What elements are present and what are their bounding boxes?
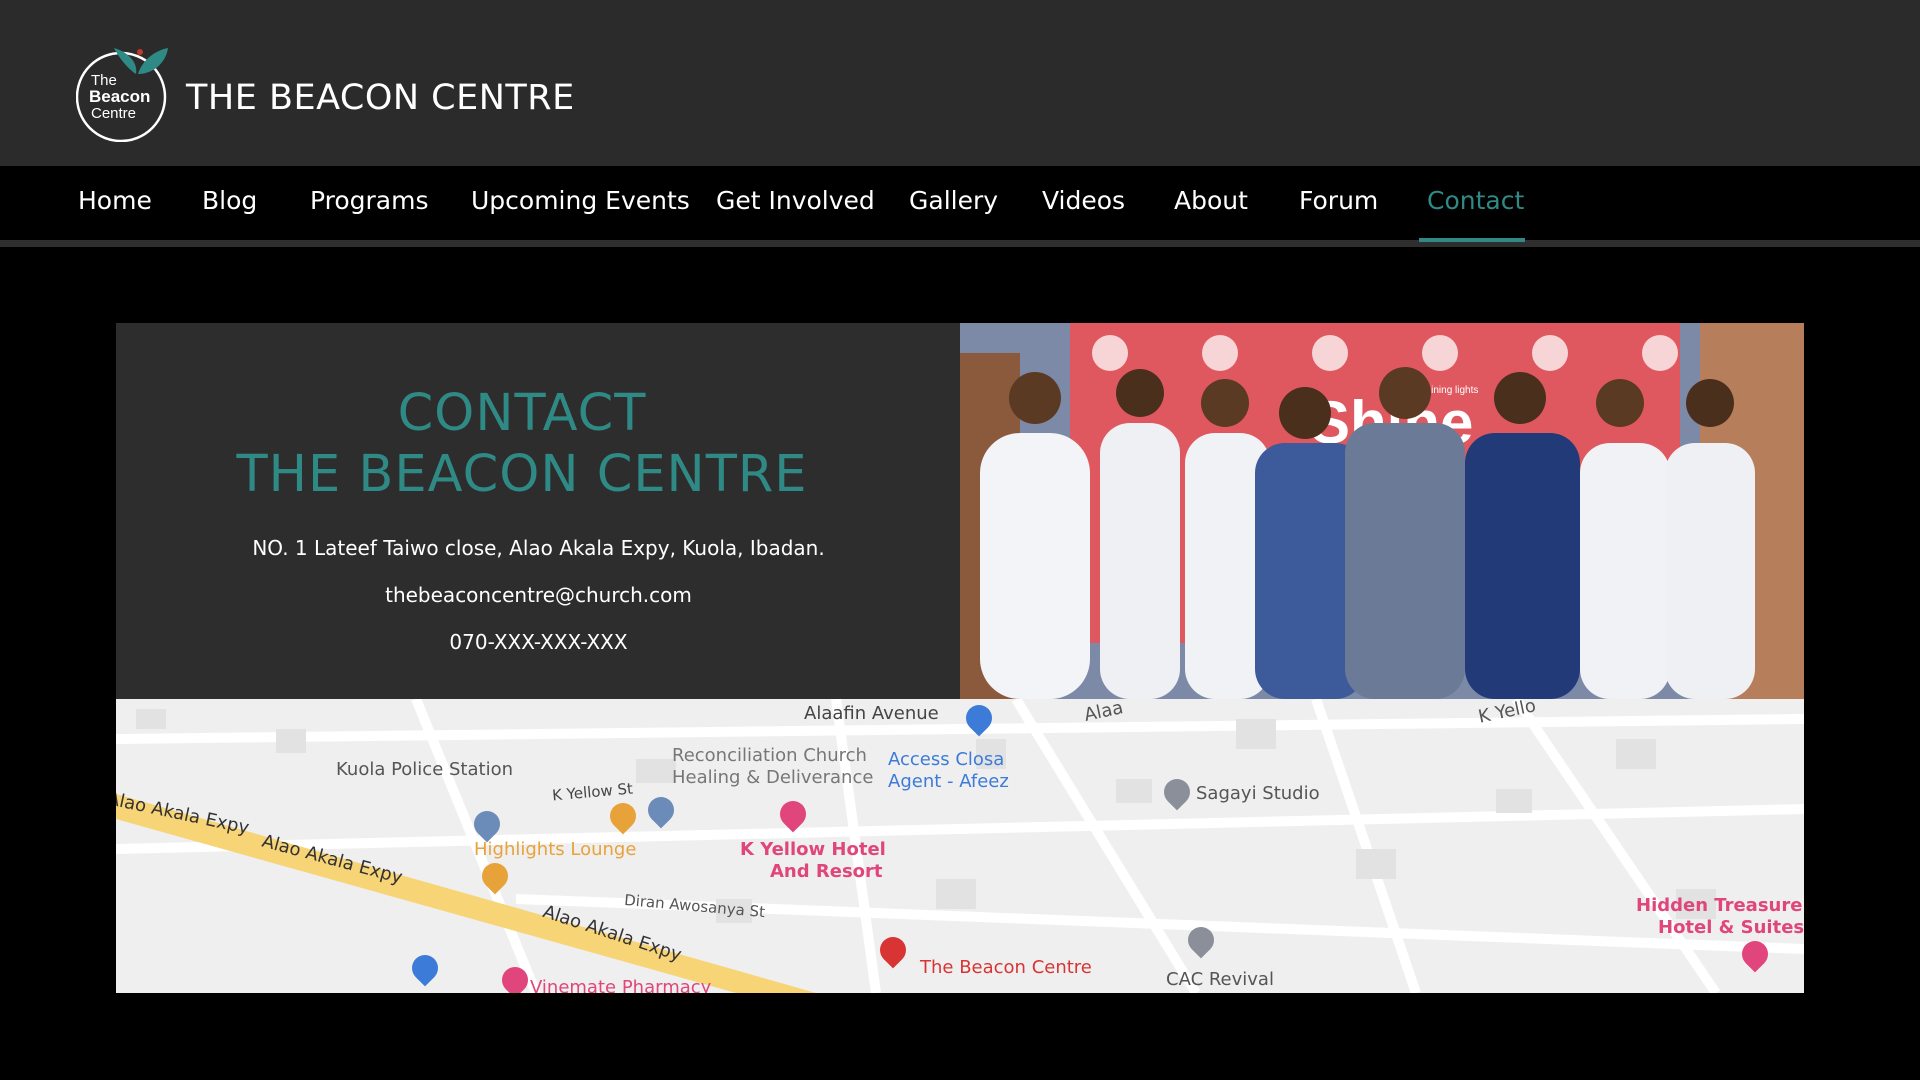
map-label-beacon[interactable]: The Beacon Centre (920, 957, 1092, 978)
nav-upcoming-events[interactable]: Upcoming Events (471, 186, 690, 215)
map-label-reconciliation-2: Healing & Deliverance (672, 767, 874, 788)
map-label-hidden-1: Hidden Treasure (1636, 895, 1803, 916)
contact-phone: 070-XXX-XXX-XXX (449, 630, 628, 654)
contact-email[interactable]: thebeaconcentre@church.com (116, 583, 961, 607)
logo-text-beacon: Beacon (89, 87, 150, 106)
map-label-kuola-police: Kuola Police Station (336, 759, 513, 780)
map-label-sagayi: Sagayi Studio (1196, 783, 1320, 804)
logo-text-centre: Centre (91, 105, 136, 122)
beacon-logo[interactable]: The Beacon Centre (76, 44, 170, 142)
map-label-kyellow-hotel-2: And Resort (770, 861, 883, 882)
nav-videos[interactable]: Videos (1042, 186, 1125, 215)
contact-address: NO. 1 Lateef Taiwo close, Alao Akala Exp… (252, 536, 825, 560)
map-label-vinemate: Vinemate Pharmacy (530, 977, 712, 993)
map-label-access-2: Agent - Afeez (888, 771, 1009, 792)
map-label-alaafin: Alaafin Avenue (804, 703, 939, 724)
nav-divider (0, 240, 1920, 247)
site-title[interactable]: THE BEACON CENTRE (186, 78, 575, 118)
nav-about[interactable]: About (1174, 186, 1248, 215)
map-label-reconciliation-1: Reconciliation Church (672, 745, 867, 766)
nav-blog[interactable]: Blog (202, 186, 257, 215)
contact-heading-line2: THE BEACON CENTRE (236, 445, 808, 504)
map-label-hidden-2: Hotel & Suites (1658, 917, 1804, 938)
nav-contact[interactable]: Contact (1427, 186, 1524, 215)
contact-heading: CONTACT THE BEACON CENTRE (116, 383, 928, 505)
map-label-cac: CAC Revival (1166, 969, 1274, 990)
map-label-kyellow-hotel-1: K Yellow Hotel (740, 839, 886, 860)
location-map[interactable]: Alaafin Avenue Kuola Police Station Reco… (116, 699, 1804, 993)
nav-home[interactable]: Home (78, 186, 152, 215)
nav-forum[interactable]: Forum (1299, 186, 1378, 215)
group-photo: Shine ...raising shining lights (960, 323, 1804, 699)
contact-heading-line1: CONTACT (397, 384, 647, 443)
nav-gallery[interactable]: Gallery (909, 186, 998, 215)
nav-get-involved[interactable]: Get Involved (716, 186, 875, 215)
map-label-highlights: Highlights Lounge (474, 839, 637, 860)
nav-programs[interactable]: Programs (310, 186, 429, 215)
nav-active-indicator (1419, 238, 1525, 242)
map-label-access-1: Access Closa (888, 749, 1005, 770)
